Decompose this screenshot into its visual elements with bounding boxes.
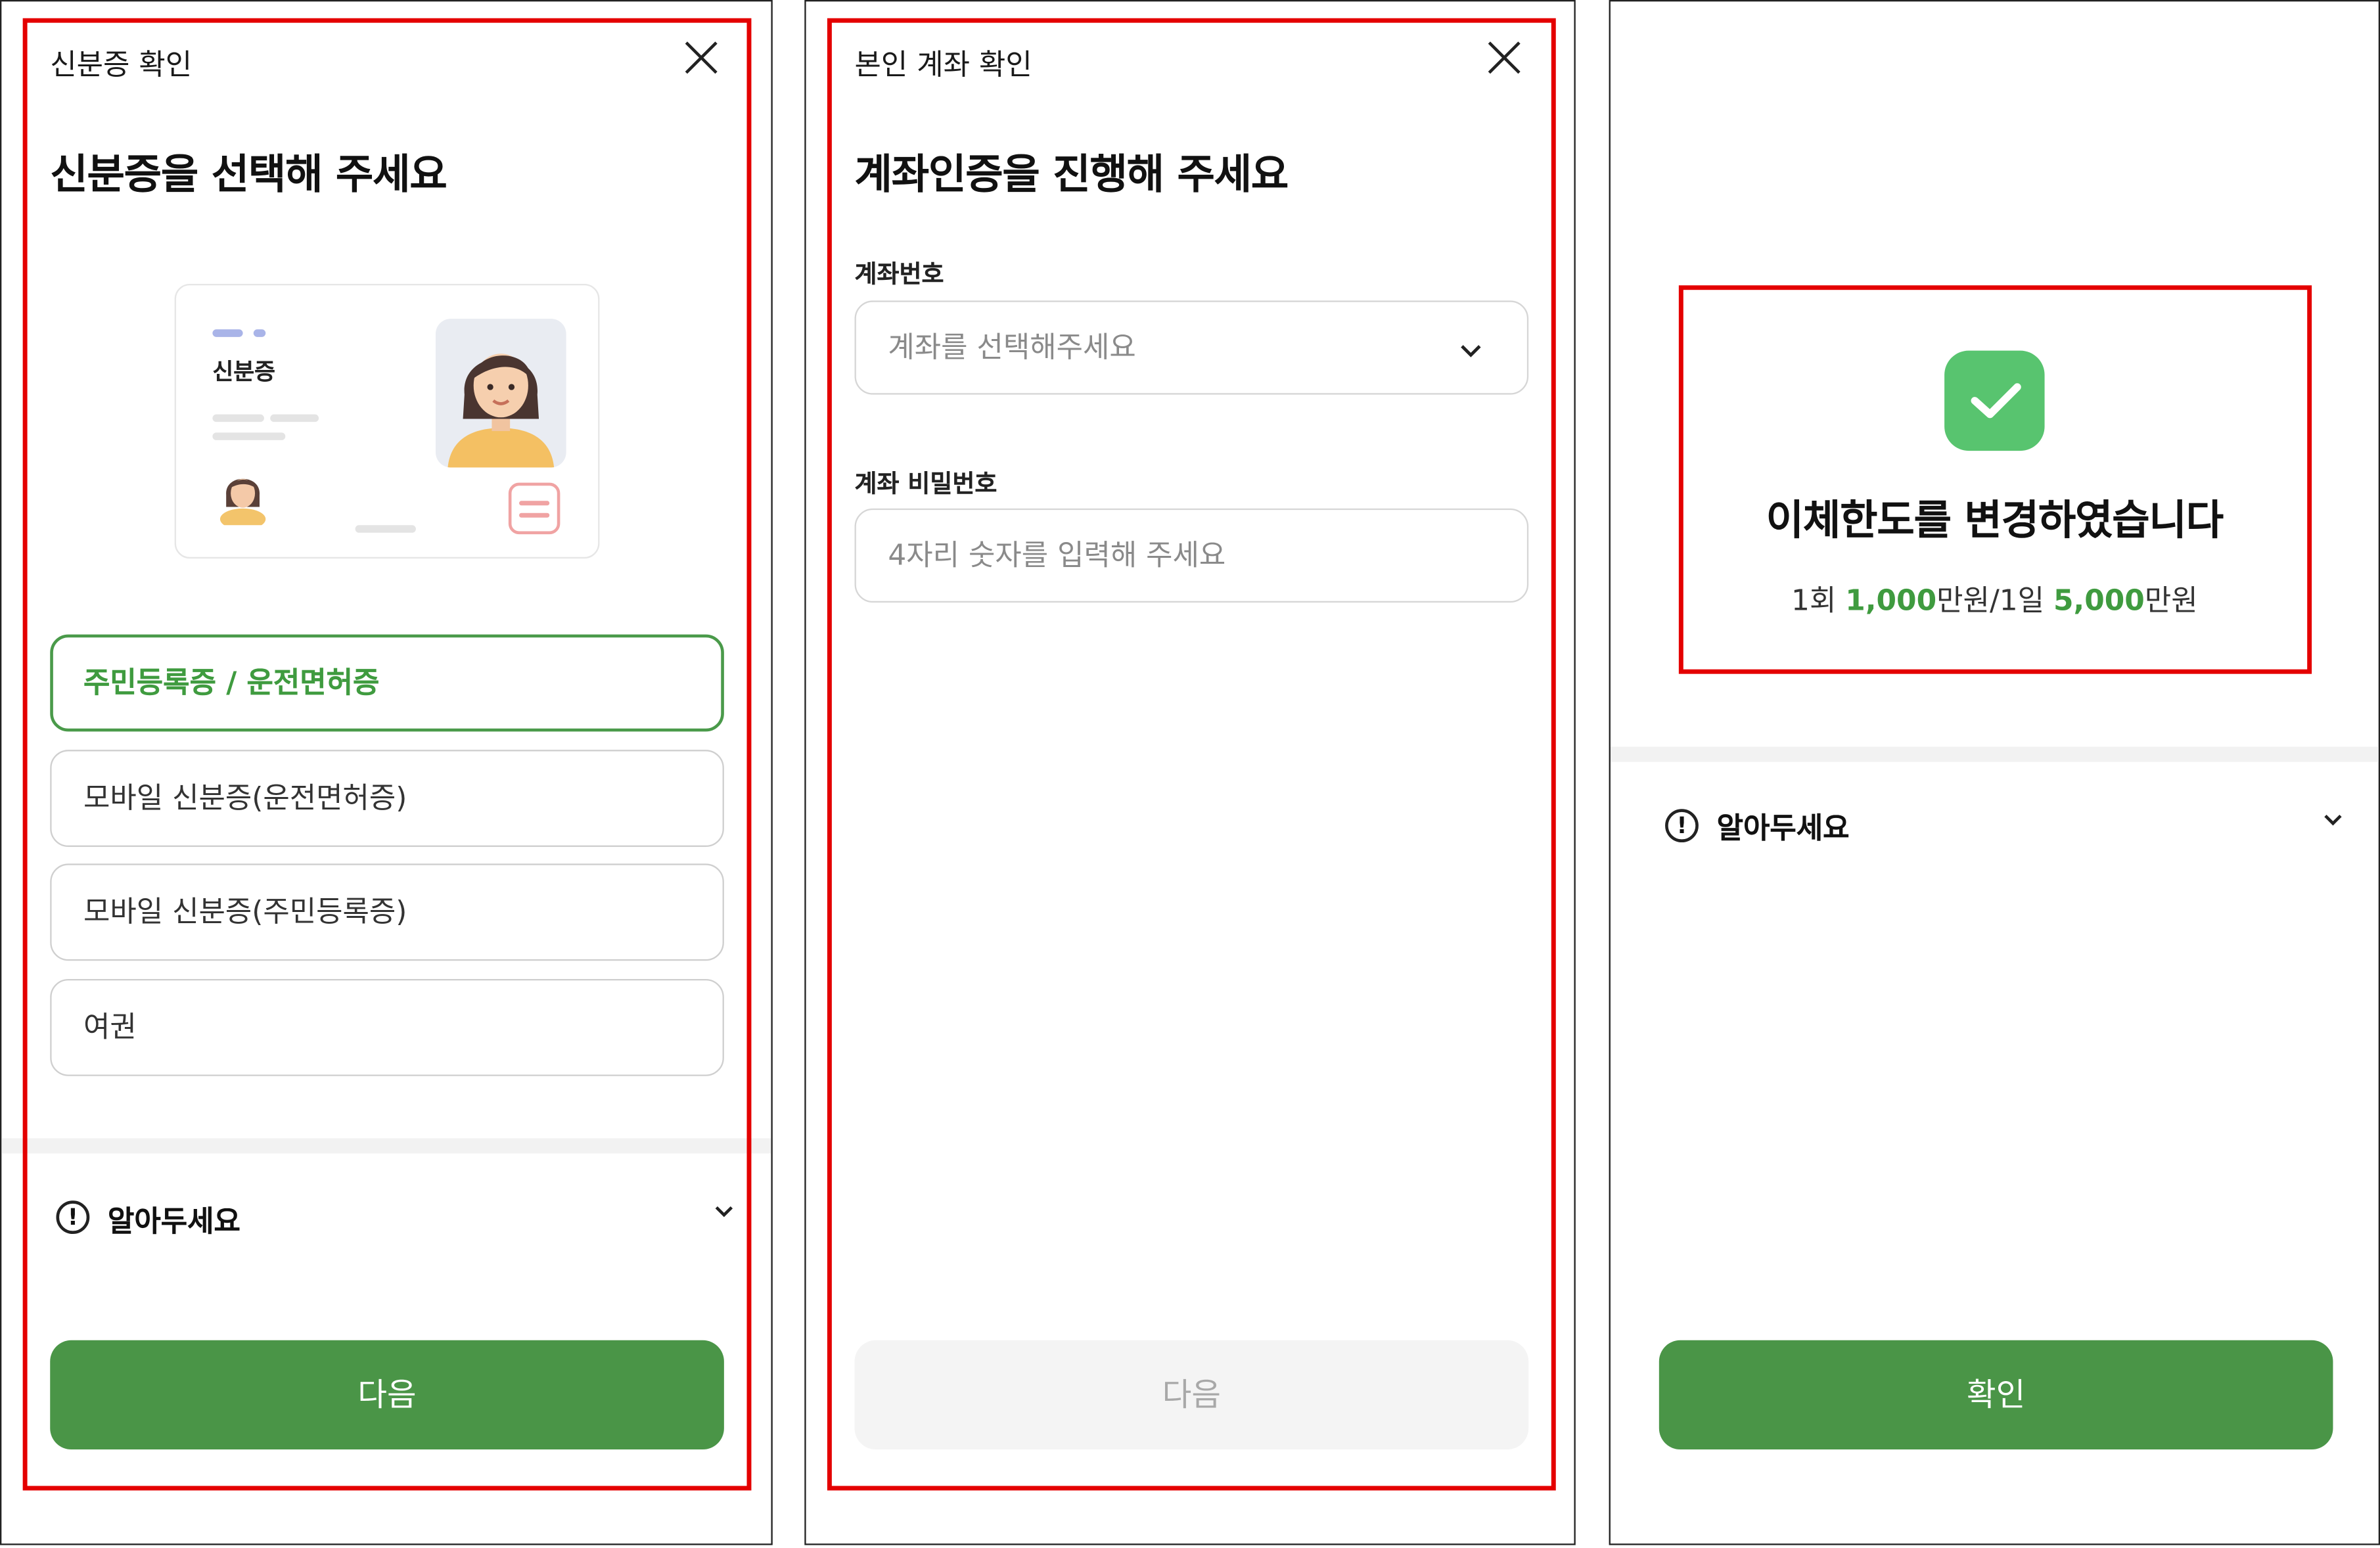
card-dot-long — [212, 329, 243, 337]
close-icon[interactable] — [681, 38, 721, 78]
limit-once-value: 1,000 — [1845, 584, 1937, 618]
avatar-illustration — [447, 353, 555, 468]
next-button[interactable]: 다음 — [50, 1340, 724, 1450]
header-title: 신분증 확인 — [50, 48, 193, 82]
notice-label[interactable]: 알아두세요 — [108, 1199, 240, 1240]
account-verification-screen: 본인 계좌 확인 계좌인증을 진행해 주세요 계좌번호 계좌를 선택해주세요 계… — [804, 0, 1576, 1545]
small-avatar-icon — [219, 478, 266, 526]
card-line — [355, 525, 416, 533]
exclamation-circle-icon: ! — [1665, 809, 1699, 843]
limit-once-prefix: 1회 — [1791, 584, 1846, 618]
next-button-disabled[interactable]: 다음 — [854, 1340, 1529, 1450]
id-selection-screen: 신분증 확인 신분증을 선택해 주세요 신분증 주민등록증 / 운전면허증 모바… — [0, 0, 773, 1545]
section-divider — [1, 1138, 771, 1154]
chevron-down-icon[interactable] — [2324, 811, 2343, 829]
limit-separator: / — [1989, 584, 2000, 618]
exclamation-circle-icon: ! — [56, 1200, 90, 1235]
confirm-button[interactable]: 확인 — [1659, 1340, 2333, 1450]
account-password-label: 계좌 비밀번호 — [854, 468, 997, 498]
header-title: 본인 계좌 확인 — [854, 48, 1032, 82]
limit-day-prefix: 1일 — [1999, 584, 2053, 618]
photo-frame — [435, 319, 566, 468]
notice-label[interactable]: 알아두세요 — [1717, 806, 1850, 847]
card-line — [212, 414, 264, 422]
success-badge — [1944, 350, 2045, 451]
page-title: 계좌인증을 진행해 주세요 — [854, 152, 1289, 199]
account-password-input[interactable]: 4자리 숫자를 입력해 주세요 — [854, 508, 1529, 603]
option-mobile-driver-license[interactable]: 모바일 신분증(운전면허증) — [50, 750, 724, 847]
card-line — [270, 414, 319, 422]
card-line — [212, 432, 286, 440]
transfer-limit-text: 1회 1,000만원/1일 5,000만원 — [1611, 578, 2379, 619]
limit-day-value: 5,000 — [2053, 584, 2145, 618]
chevron-down-icon[interactable] — [715, 1202, 733, 1221]
limit-day-unit: 만원 — [2144, 584, 2198, 618]
card-chip-icon — [508, 482, 561, 535]
id-card-illustration: 신분증 — [174, 283, 600, 559]
card-label: 신분증 — [212, 358, 276, 386]
check-icon — [1971, 383, 2021, 419]
card-dot-short — [253, 329, 266, 337]
page-title: 신분증을 선택해 주세요 — [50, 152, 447, 199]
limit-changed-screen: 이체한도를 변경하였습니다 1회 1,000만원/1일 5,000만원 ! 알아… — [1609, 0, 2380, 1545]
screenshot-root: 신분증 확인 신분증을 선택해 주세요 신분증 주민등록증 / 운전면허증 모바… — [0, 0, 2380, 1548]
option-passport[interactable]: 여권 — [50, 978, 724, 1076]
scaled-canvas: 신분증 확인 신분증을 선택해 주세요 신분증 주민등록증 / 운전면허증 모바… — [0, 0, 2380, 1548]
success-title: 이체한도를 변경하였습니다 — [1766, 497, 2224, 545]
limit-once-unit: 만원 — [1936, 584, 1990, 618]
chevron-down-icon[interactable] — [1460, 340, 1481, 361]
account-number-label: 계좌번호 — [854, 260, 944, 288]
option-resident-driver-license[interactable]: 주민등록증 / 운전면허증 — [50, 634, 724, 732]
account-select[interactable]: 계좌를 선택해주세요 — [854, 300, 1529, 395]
option-mobile-resident-card[interactable]: 모바일 신분증(주민등록증) — [50, 863, 724, 961]
close-icon[interactable] — [1484, 38, 1524, 78]
highlight-box — [827, 18, 1556, 1491]
section-divider — [1610, 746, 2379, 762]
